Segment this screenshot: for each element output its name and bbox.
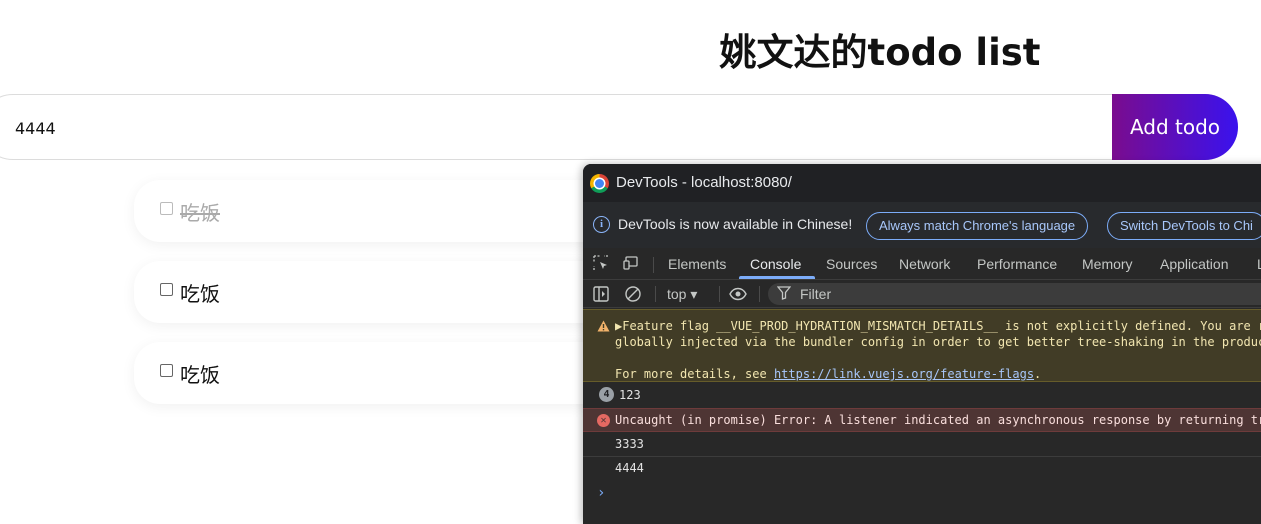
console-toolbar: top ▾ Filter bbox=[583, 280, 1261, 308]
todo-checkbox[interactable] bbox=[160, 283, 173, 296]
filter-placeholder: Filter bbox=[800, 286, 832, 302]
warning-details: For more details, see https://link.vuejs… bbox=[615, 367, 1041, 381]
console-log-row[interactable]: 4444 bbox=[583, 457, 1261, 481]
todo-input[interactable] bbox=[13, 95, 1107, 159]
log-message: 3333 bbox=[615, 437, 644, 451]
tab-more[interactable]: L bbox=[1257, 256, 1261, 272]
repeat-count-badge: 4 bbox=[599, 387, 614, 402]
tab-performance[interactable]: Performance bbox=[977, 256, 1057, 272]
language-infobar: i DevTools is now available in Chinese! … bbox=[583, 202, 1261, 248]
console-warning[interactable]: ▶Feature flag __VUE_PROD_HYDRATION_MISMA… bbox=[583, 309, 1261, 382]
match-language-button[interactable]: Always match Chrome's language bbox=[866, 212, 1089, 240]
todo-input-container bbox=[0, 94, 1238, 160]
todo-text: 吃饭 bbox=[180, 363, 220, 387]
warning-line: ▶Feature flag __VUE_PROD_HYDRATION_MISMA… bbox=[615, 319, 1261, 333]
sidebar-toggle-icon[interactable] bbox=[592, 285, 610, 303]
console-prompt[interactable]: › bbox=[597, 485, 605, 501]
info-icon: i bbox=[593, 216, 610, 233]
chrome-logo-icon bbox=[590, 174, 609, 193]
console-log-row[interactable]: 4 123 bbox=[583, 384, 1261, 408]
add-todo-button[interactable]: Add todo bbox=[1112, 94, 1238, 160]
error-message: Uncaught (in promise) Error: A listener … bbox=[615, 413, 1261, 427]
log-message: 4444 bbox=[615, 461, 644, 475]
console-log-row[interactable]: 3333 bbox=[583, 433, 1261, 457]
todo-text: 吃饭 bbox=[180, 201, 220, 225]
error-icon: ✕ bbox=[597, 414, 610, 427]
tab-application[interactable]: Application bbox=[1160, 256, 1229, 272]
clear-console-icon[interactable] bbox=[624, 285, 642, 303]
console-error-row[interactable]: ✕ Uncaught (in promise) Error: A listene… bbox=[583, 408, 1261, 432]
filter-input[interactable] bbox=[768, 283, 1261, 305]
divider bbox=[653, 257, 654, 273]
infobar-message: DevTools is now available in Chinese! bbox=[618, 216, 853, 232]
divider bbox=[655, 286, 656, 302]
active-tab-indicator bbox=[739, 276, 815, 279]
todo-text: 吃饭 bbox=[180, 282, 220, 306]
console-output: ▶Feature flag __VUE_PROD_HYDRATION_MISMA… bbox=[583, 309, 1261, 524]
filter-icon bbox=[777, 286, 791, 300]
todo-checkbox[interactable] bbox=[160, 364, 173, 377]
divider bbox=[719, 286, 720, 302]
devtools-window: DevTools - localhost:8080/ i DevTools is… bbox=[583, 164, 1261, 524]
tab-network[interactable]: Network bbox=[899, 256, 950, 272]
warning-line: globally injected via the bundler config… bbox=[615, 335, 1261, 349]
devtools-title: DevTools - localhost:8080/ bbox=[616, 174, 792, 191]
warning-details-prefix: For more details, see bbox=[615, 367, 774, 381]
tab-sources[interactable]: Sources bbox=[826, 256, 877, 272]
tab-memory[interactable]: Memory bbox=[1082, 256, 1133, 272]
tab-elements[interactable]: Elements bbox=[668, 256, 726, 272]
switch-language-button[interactable]: Switch DevTools to Chi bbox=[1107, 212, 1261, 240]
warning-details-suffix: . bbox=[1034, 367, 1042, 381]
devtools-tab-bar: Elements Console Sources Network Perform… bbox=[583, 248, 1261, 280]
feature-flags-link[interactable]: https://link.vuejs.org/feature-flags bbox=[774, 367, 1034, 381]
tab-console[interactable]: Console bbox=[750, 256, 801, 272]
device-toolbar-icon[interactable] bbox=[623, 255, 639, 271]
context-selector[interactable]: top ▾ bbox=[667, 286, 697, 303]
warning-icon bbox=[597, 320, 610, 332]
devtools-titlebar[interactable]: DevTools - localhost:8080/ bbox=[583, 164, 1261, 202]
live-expression-eye-icon[interactable] bbox=[729, 285, 747, 303]
divider bbox=[759, 286, 760, 302]
todo-checkbox[interactable] bbox=[160, 202, 173, 215]
page-title: 姚文达的todo list bbox=[719, 31, 1041, 74]
inspect-element-icon[interactable] bbox=[593, 255, 609, 271]
log-message: 123 bbox=[619, 388, 641, 402]
